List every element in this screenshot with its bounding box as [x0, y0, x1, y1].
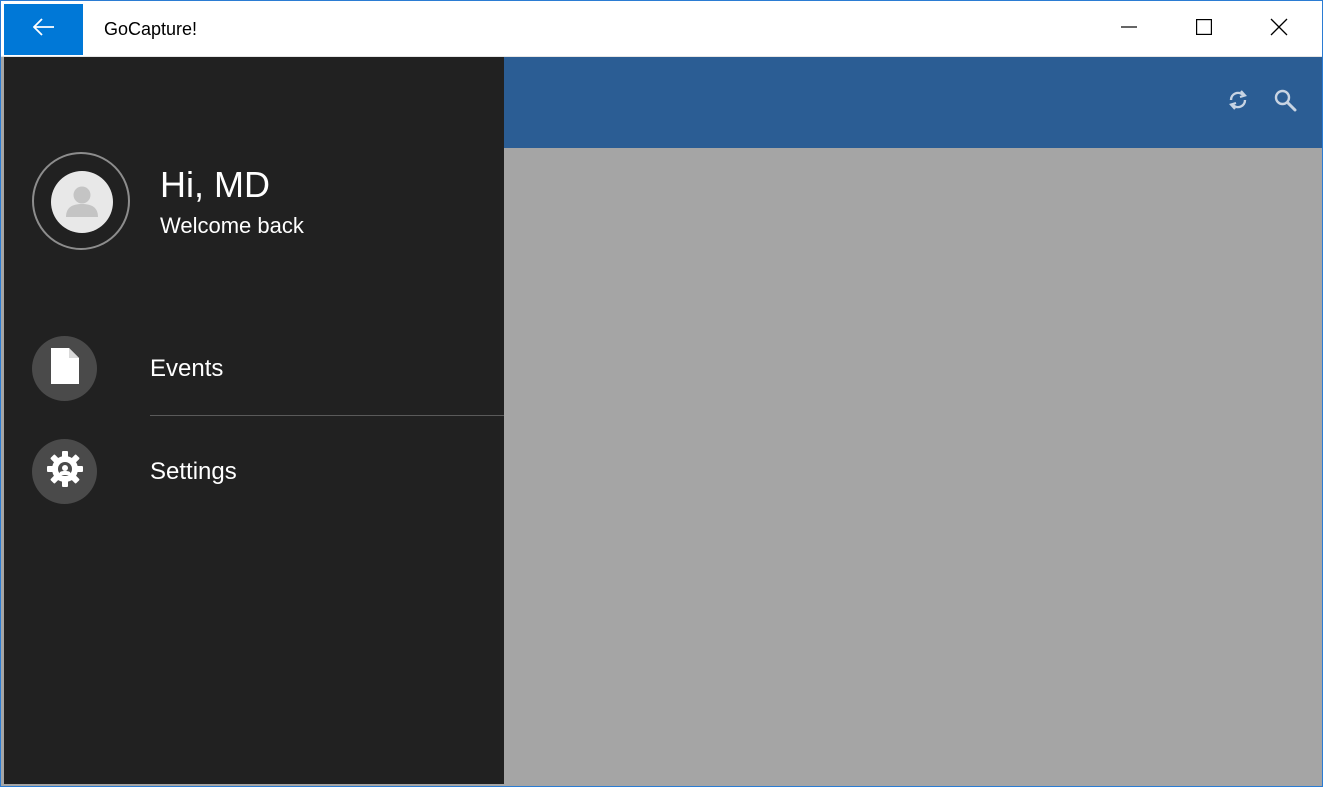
greeting-subtitle: Welcome back — [160, 213, 304, 238]
nav-item-events[interactable]: Events — [4, 332, 504, 412]
search-icon — [1273, 88, 1297, 117]
back-button[interactable] — [4, 4, 83, 55]
sync-button[interactable] — [1223, 87, 1253, 117]
gear-icon — [45, 449, 85, 494]
minimize-icon — [1121, 19, 1137, 40]
navigation-drawer: Hi, MD Welcome back Events Settings — [4, 57, 504, 784]
close-button[interactable] — [1242, 4, 1316, 55]
close-icon — [1270, 18, 1288, 41]
greeting-title: Hi, MD — [160, 164, 270, 205]
avatar[interactable] — [51, 171, 113, 233]
person-icon — [51, 186, 113, 233]
nav-item-label: Events — [150, 355, 224, 382]
nav-icon-container — [32, 336, 97, 401]
nav-item-settings[interactable]: Settings — [4, 435, 504, 515]
sync-icon — [1227, 88, 1249, 117]
content-area[interactable] — [504, 148, 1322, 784]
app-window: GoCapture! Hi, MD Welcome back Events Se… — [0, 0, 1323, 787]
nav-item-label: Settings — [150, 458, 237, 485]
nav-icon-container — [32, 439, 97, 504]
window-title: GoCapture! — [104, 19, 198, 39]
minimize-button[interactable] — [1092, 4, 1166, 55]
avatar-ring — [32, 152, 130, 250]
maximize-button[interactable] — [1167, 4, 1241, 55]
document-icon — [50, 347, 80, 390]
arrow-left-icon — [32, 18, 55, 41]
app-bar — [504, 57, 1322, 148]
nav-divider — [150, 415, 504, 416]
search-button[interactable] — [1270, 87, 1300, 117]
maximize-icon — [1196, 19, 1213, 40]
title-bar: GoCapture! — [1, 1, 1322, 57]
